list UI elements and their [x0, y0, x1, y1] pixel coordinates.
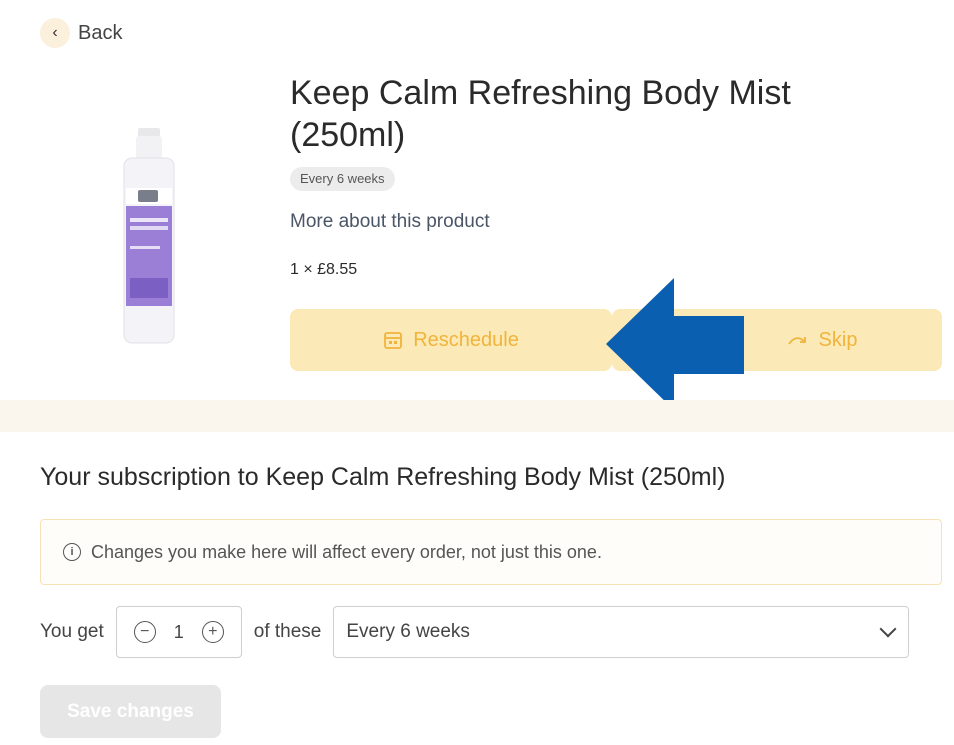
notice-box: i Changes you make here will affect ever… [40, 519, 942, 585]
calendar-icon [384, 332, 403, 349]
back-button[interactable]: ‹ Back [40, 18, 122, 48]
notice-text: Changes you make here will affect every … [91, 541, 602, 562]
chevron-down-icon [879, 620, 897, 638]
quantity-frequency-row: You get − 1 + of these Every 6 weeks [40, 606, 910, 658]
frequency-badge: Every 6 weeks [290, 167, 395, 191]
reschedule-button[interactable]: Reschedule [290, 309, 612, 371]
frequency-select-value: Every 6 weeks [346, 621, 470, 642]
skip-label: Skip [818, 328, 858, 351]
save-changes-button[interactable]: Save changes [40, 685, 221, 738]
back-label: Back [78, 21, 123, 44]
product-image [123, 128, 175, 344]
reschedule-label: Reschedule [413, 328, 519, 351]
plus-circle-icon[interactable]: + [201, 621, 224, 643]
minus-circle-icon[interactable]: − [133, 621, 156, 643]
quantity-stepper[interactable]: − 1 + [115, 606, 242, 658]
subscription-heading: Your subscription to Keep Calm Refreshin… [40, 463, 726, 491]
product-title: Keep Calm Refreshing Body Mist (250ml) [290, 74, 791, 154]
more-about-product-link[interactable]: More about this product [290, 211, 490, 233]
quantity-value: 1 [173, 621, 184, 642]
chevron-left-icon: ‹ [40, 18, 70, 48]
section-divider [0, 400, 954, 432]
annotation-arrow-icon [606, 278, 744, 410]
of-these-label: of these [253, 621, 322, 642]
frequency-select[interactable]: Every 6 weeks [333, 606, 910, 658]
price-text: 1 × £8.55 [290, 261, 358, 278]
info-icon: i [63, 543, 81, 561]
you-get-label: You get [40, 621, 104, 642]
skip-arrow-icon [787, 337, 806, 345]
